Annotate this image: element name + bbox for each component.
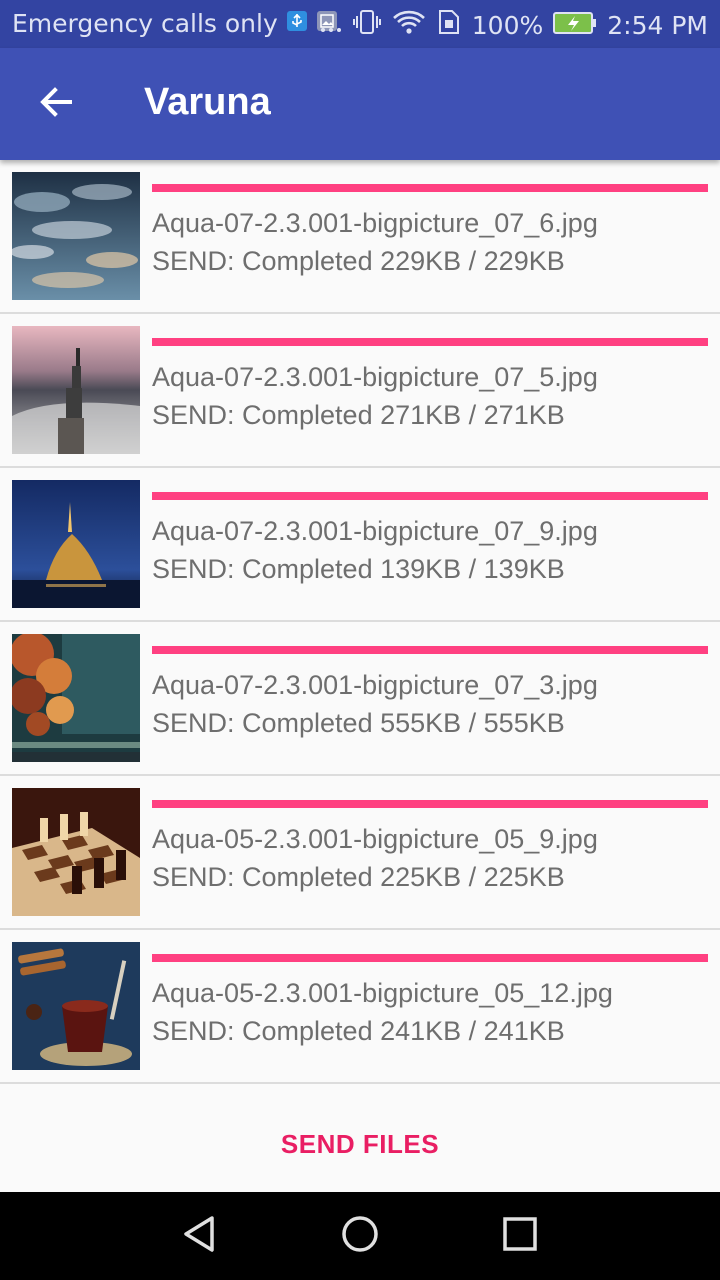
square-recents-icon bbox=[500, 1214, 540, 1259]
progress-bar bbox=[152, 184, 708, 192]
send-files-button[interactable]: SEND FILES bbox=[240, 1108, 480, 1180]
progress-bar-fill bbox=[152, 646, 708, 654]
thumbnail-image bbox=[12, 480, 140, 608]
nav-home-button[interactable] bbox=[330, 1206, 390, 1266]
progress-bar bbox=[152, 338, 708, 346]
progress-bar-fill bbox=[152, 800, 708, 808]
list-item[interactable]: Aqua-07-2.3.001-bigpicture_07_6.jpg SEND… bbox=[0, 160, 720, 314]
file-name: Aqua-07-2.3.001-bigpicture_07_6.jpg bbox=[152, 208, 598, 238]
list-item[interactable]: Aqua-05-2.3.001-bigpicture_05_12.jpg SEN… bbox=[0, 930, 720, 1084]
status-bar: Emergency calls only 100% 2:54 PM bbox=[0, 0, 720, 48]
transfer-status: SEND: Completed 555KB / 555KB bbox=[152, 708, 565, 738]
list-item[interactable]: Aqua-07-2.3.001-bigpicture_07_9.jpg SEND… bbox=[0, 468, 720, 622]
transfer-status: SEND: Completed 139KB / 139KB bbox=[152, 554, 565, 584]
transfer-status: SEND: Completed 241KB / 241KB bbox=[152, 1016, 565, 1046]
circle-home-icon bbox=[340, 1214, 380, 1259]
list-item[interactable]: Aqua-07-2.3.001-bigpicture_07_5.jpg SEND… bbox=[0, 314, 720, 468]
file-name: Aqua-07-2.3.001-bigpicture_07_3.jpg bbox=[152, 670, 598, 700]
transfer-status: SEND: Completed 271KB / 271KB bbox=[152, 400, 565, 430]
app-bar: Varuna bbox=[0, 48, 720, 160]
progress-bar bbox=[152, 646, 708, 654]
file-name: Aqua-05-2.3.001-bigpicture_05_12.jpg bbox=[152, 978, 613, 1008]
nav-back-button[interactable] bbox=[170, 1206, 230, 1266]
progress-bar bbox=[152, 954, 708, 962]
carrier-text: Emergency calls only bbox=[12, 9, 278, 38]
transfer-status: SEND: Completed 225KB / 225KB bbox=[152, 862, 565, 892]
thumbnail-image bbox=[12, 788, 140, 916]
sim-icon bbox=[436, 9, 462, 41]
file-name: Aqua-05-2.3.001-bigpicture_05_9.jpg bbox=[152, 824, 598, 854]
progress-bar bbox=[152, 492, 708, 500]
thumbnail-image bbox=[12, 634, 140, 762]
progress-bar bbox=[152, 800, 708, 808]
page-title: Varuna bbox=[144, 81, 271, 123]
progress-bar-fill bbox=[152, 492, 708, 500]
vibrate-icon bbox=[352, 9, 382, 41]
wifi-icon bbox=[392, 9, 426, 41]
more-icon bbox=[320, 11, 342, 40]
triangle-back-icon bbox=[180, 1214, 220, 1259]
clock: 2:54 PM bbox=[607, 10, 708, 40]
transfer-status: SEND: Completed 229KB / 229KB bbox=[152, 246, 565, 276]
file-name: Aqua-07-2.3.001-bigpicture_07_5.jpg bbox=[152, 362, 598, 392]
transfer-list: Aqua-07-2.3.001-bigpicture_07_6.jpg SEND… bbox=[0, 160, 720, 1084]
thumbnail-image bbox=[12, 172, 140, 300]
nav-recents-button[interactable] bbox=[490, 1206, 550, 1266]
list-item[interactable]: Aqua-07-2.3.001-bigpicture_07_3.jpg SEND… bbox=[0, 622, 720, 776]
progress-bar-fill bbox=[152, 954, 708, 962]
navigation-bar bbox=[0, 1192, 720, 1280]
back-button[interactable] bbox=[20, 68, 92, 140]
battery-percent: 100% bbox=[471, 10, 544, 40]
thumbnail-image bbox=[12, 326, 140, 454]
thumbnail-image bbox=[12, 942, 140, 1070]
arrow-left-icon bbox=[38, 84, 74, 125]
usb-icon bbox=[286, 9, 308, 38]
battery-icon bbox=[553, 11, 597, 40]
progress-bar-fill bbox=[152, 184, 708, 192]
file-name: Aqua-07-2.3.001-bigpicture_07_9.jpg bbox=[152, 516, 598, 546]
progress-bar-fill bbox=[152, 338, 708, 346]
list-item[interactable]: Aqua-05-2.3.001-bigpicture_05_9.jpg SEND… bbox=[0, 776, 720, 930]
